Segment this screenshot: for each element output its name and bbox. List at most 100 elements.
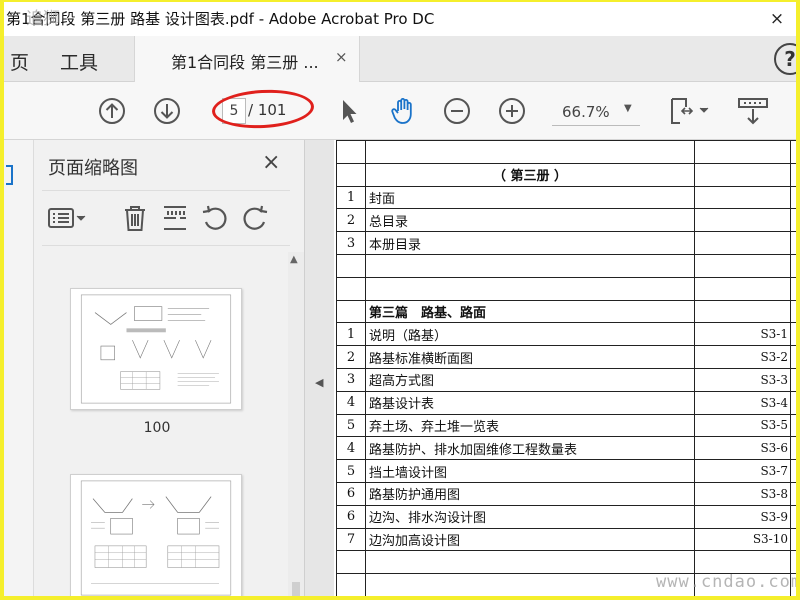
row-tail <box>790 367 796 392</box>
tab-home[interactable]: 页 <box>10 48 29 75</box>
panel-close-icon[interactable]: × <box>262 150 280 175</box>
row-code: S3-6 <box>694 436 791 461</box>
scroll-up-icon[interactable]: ▲ <box>290 254 298 265</box>
page-thumbnail-101[interactable] <box>70 474 242 600</box>
site-watermark: www.cndao.com <box>656 572 800 592</box>
panel-title: 页面缩略图 <box>48 158 138 179</box>
row-number: 2 <box>336 345 366 369</box>
table-row: 2 路基标准横断面图 S3-2 <box>336 345 796 369</box>
row-title: 挡土墙设计图 <box>365 459 695 483</box>
row-code: S3-1 <box>694 322 791 347</box>
row-title: 超高方式图 <box>365 367 695 392</box>
panel-toolbar <box>42 190 290 246</box>
previous-page-icon[interactable] <box>97 96 127 126</box>
options-menu-icon[interactable] <box>46 203 88 233</box>
row-title <box>365 573 695 596</box>
row-code <box>694 595 791 596</box>
row-code: S3-4 <box>694 390 791 415</box>
row-tail <box>790 459 796 483</box>
row-number: 4 <box>336 390 366 415</box>
row-title: 第三篇 路基、路面 <box>365 299 695 324</box>
table-row <box>336 276 796 301</box>
scroll-mode-icon[interactable] <box>737 96 769 126</box>
row-tail <box>790 595 796 596</box>
tab-document[interactable]: 第1合同段 第三册 ... × <box>134 36 360 82</box>
panel-splitter[interactable]: ◀ <box>304 140 334 596</box>
page-thumbnails-nav-icon[interactable] <box>4 164 14 186</box>
table-row <box>336 550 796 575</box>
zoom-in-icon[interactable] <box>497 96 527 126</box>
row-code <box>694 299 791 324</box>
row-number <box>336 595 366 596</box>
row-number: 7 <box>336 527 366 552</box>
table-row: 6 边沟、排水沟设计图 S3-9 <box>336 504 796 529</box>
tab-bar: 页 工具 第1合同段 第三册 ... × ? <box>4 36 796 82</box>
extract-pages-icon[interactable] <box>160 203 190 233</box>
delete-page-icon[interactable] <box>120 203 150 233</box>
row-number: 1 <box>336 185 366 210</box>
rotate-left-icon[interactable] <box>200 203 230 233</box>
row-tail <box>790 504 796 529</box>
page-thumbnail-100[interactable] <box>70 288 242 410</box>
thumbnail-page-label: 100 <box>143 420 171 436</box>
row-code: S3-3 <box>694 367 791 392</box>
table-row: 2 总目录 <box>336 208 796 233</box>
row-number: 1 <box>336 322 366 347</box>
hand-tool-icon[interactable] <box>388 96 418 126</box>
table-row: 6 路基防护通用图 S3-8 <box>336 481 796 506</box>
row-code: S3-7 <box>694 459 791 483</box>
navigation-strip <box>4 140 34 596</box>
row-number <box>336 253 366 278</box>
row-number: 2 <box>336 208 366 233</box>
table-row <box>336 253 796 278</box>
row-number <box>336 573 366 596</box>
row-number: 6 <box>336 481 366 506</box>
table-row: 3 本册目录 <box>336 231 796 255</box>
row-title: 路基标准横断面图 <box>365 345 695 369</box>
row-title: 弃土场、弃土堆一览表 <box>365 413 695 438</box>
thumbnail-scrollbar[interactable]: ▲ <box>288 252 304 596</box>
next-page-icon[interactable] <box>152 96 182 126</box>
collapse-panel-icon[interactable]: ◀ <box>315 376 323 389</box>
row-code <box>694 185 791 210</box>
table-of-contents: （ 第三册 ） 1 封面 2 总目录 3 本册目录 第三篇 路基、路面 1 说明（路基） S3-1… <box>336 140 796 596</box>
row-tail <box>790 390 796 415</box>
row-title: 封面 <box>365 185 695 210</box>
rotate-right-icon[interactable] <box>240 203 270 233</box>
fit-page-icon[interactable] <box>668 96 710 126</box>
tab-tools[interactable]: 工具 <box>60 48 98 75</box>
row-number: 5 <box>336 413 366 438</box>
row-code <box>694 208 791 233</box>
row-title: 本册目录 <box>365 231 695 255</box>
row-code: S3-2 <box>694 345 791 369</box>
row-code <box>694 231 791 255</box>
row-title <box>365 253 695 278</box>
row-title: 路基设计表 <box>365 390 695 415</box>
main-toolbar: 5 / 101 66.7% ▼ <box>4 82 796 140</box>
row-number: 3 <box>336 231 366 255</box>
row-number <box>336 276 366 301</box>
table-row: 1 说明（路基） S3-1 <box>336 322 796 347</box>
table-row: 4 路基防护、排水加固维修工程数量表 S3-6 <box>336 436 796 461</box>
scrollbar-thumb[interactable] <box>292 582 300 596</box>
tab-close-icon[interactable]: × <box>335 48 348 66</box>
row-title: 边沟、排水沟设计图 <box>365 504 695 529</box>
row-tail <box>790 550 796 575</box>
row-code <box>694 550 791 575</box>
row-tail <box>790 436 796 461</box>
row-number <box>336 550 366 575</box>
help-button[interactable]: ? <box>774 43 796 75</box>
table-row: 1 封面 <box>336 185 796 210</box>
table-row: （ 第三册 ） <box>336 162 796 187</box>
window-close-button[interactable]: × <box>764 6 790 32</box>
select-cursor-icon[interactable] <box>334 96 364 126</box>
row-tail <box>790 527 796 552</box>
zoom-select[interactable]: 66.7% ▼ <box>552 98 640 126</box>
thumbnail-list: 100 <box>34 248 288 600</box>
row-tail <box>790 208 796 233</box>
table-row: 3 超高方式图 S3-3 <box>336 367 796 392</box>
row-title <box>365 595 695 596</box>
table-row: 4 路基设计表 S3-4 <box>336 390 796 415</box>
row-tail <box>790 253 796 278</box>
zoom-out-icon[interactable] <box>442 96 472 126</box>
